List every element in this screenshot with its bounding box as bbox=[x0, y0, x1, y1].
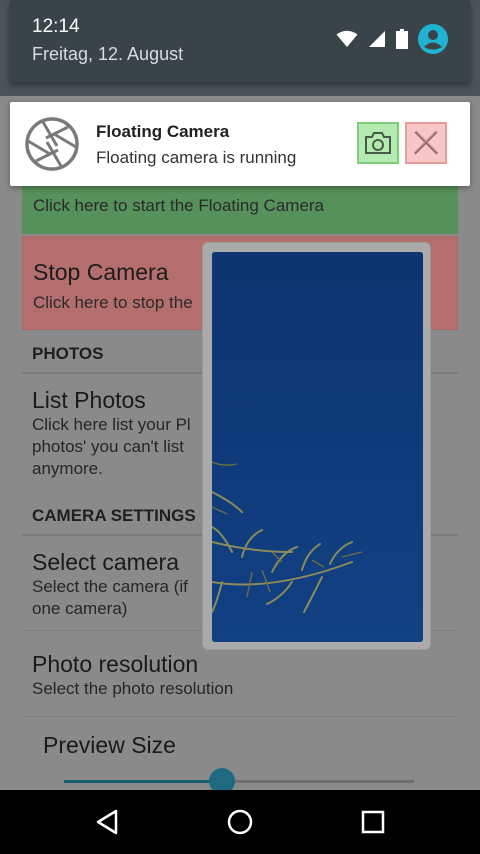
camera-preview bbox=[212, 252, 423, 642]
back-icon bbox=[96, 809, 118, 835]
floating-camera-notification[interactable]: Floating Camera Floating camera is runni… bbox=[10, 102, 470, 186]
photo-resolution-pref[interactable]: Photo resolution Select the photo resolu… bbox=[32, 650, 452, 700]
take-photo-button[interactable] bbox=[357, 122, 399, 164]
photo-resolution-title: Photo resolution bbox=[32, 651, 199, 677]
camera-icon bbox=[365, 132, 391, 154]
floating-camera-window[interactable] bbox=[202, 242, 431, 650]
slider-fill bbox=[64, 780, 222, 783]
close-camera-button[interactable] bbox=[405, 122, 447, 164]
notification-shade-header: 12:14 Freitag, 12. August bbox=[10, 0, 470, 82]
start-camera-row[interactable]: Click here to start the Floating Camera bbox=[22, 180, 458, 234]
close-icon bbox=[413, 130, 439, 155]
preview-size-slider[interactable] bbox=[64, 768, 414, 790]
status-icons bbox=[336, 24, 448, 54]
account-icon[interactable] bbox=[418, 24, 448, 54]
notification-text: Floating camera is running bbox=[96, 148, 297, 167]
date-label[interactable]: Freitag, 12. August bbox=[32, 44, 183, 65]
stop-camera-subtitle: Click here to stop the bbox=[33, 293, 193, 312]
photo-resolution-subtitle: Select the photo resolution bbox=[32, 679, 234, 698]
back-button[interactable] bbox=[89, 804, 125, 840]
battery-icon bbox=[396, 29, 408, 49]
signal-icon bbox=[369, 31, 385, 47]
clock: 12:14 bbox=[32, 16, 80, 37]
start-camera-subtitle: Click here to start the Floating Camera bbox=[33, 196, 325, 215]
section-header-camera-settings: CAMERA SETTINGS bbox=[32, 506, 196, 525]
stop-camera-title: Stop Camera bbox=[33, 259, 169, 285]
camera-preview-image bbox=[212, 252, 423, 642]
navigation-bar bbox=[0, 790, 480, 854]
home-button[interactable] bbox=[222, 804, 258, 840]
home-icon bbox=[227, 809, 253, 835]
recents-button[interactable] bbox=[355, 804, 391, 840]
section-header-photos: PHOTOS bbox=[32, 344, 104, 363]
slider-thumb[interactable] bbox=[208, 768, 235, 790]
preview-size-title: Preview Size bbox=[43, 732, 176, 758]
notification-title: Floating Camera bbox=[96, 122, 230, 141]
pref-divider bbox=[22, 716, 458, 717]
camera-shutter-icon bbox=[25, 117, 79, 171]
wifi-icon bbox=[336, 30, 358, 47]
recents-icon bbox=[361, 810, 385, 834]
